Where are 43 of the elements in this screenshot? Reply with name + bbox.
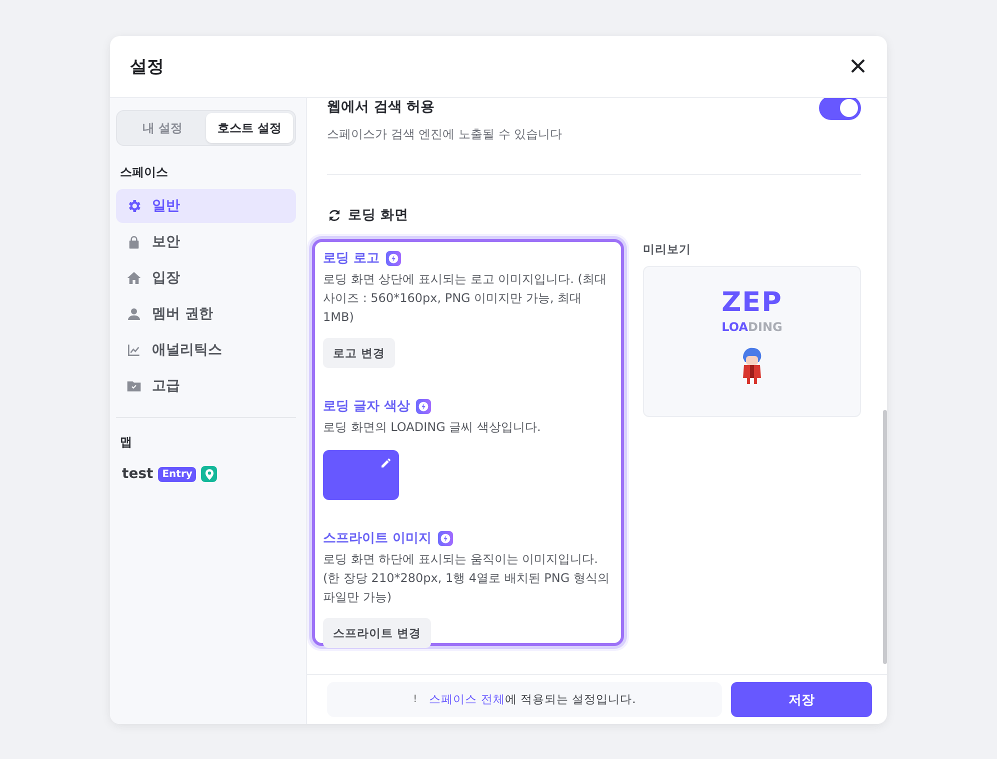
gear-icon (126, 198, 142, 214)
setting-title: 웹에서 검색 허용 (327, 98, 436, 116)
settings-tab[interactable]: 호스트 설정 (206, 113, 293, 143)
option-description: 로딩 화면 상단에 표시되는 로고 이미지입니다. (최대 사이즈 : 560*160px, PNG 이미지만 가능, 최대 1MB) (323, 271, 608, 326)
sidebar-item[interactable]: 일반 (116, 189, 296, 223)
house-icon (126, 270, 142, 286)
notice-text: 스페이스 전체 에 적용되는 설정입니다. (429, 692, 636, 707)
option-description: 로딩 화면의 LOADING 글씨 색상입니다. (323, 419, 542, 436)
sidebar-item[interactable]: 애널리틱스 (116, 333, 296, 367)
loading-text: LOADING (722, 320, 782, 334)
notice-icon: ! (413, 694, 418, 705)
option-title: 로딩 로고 (323, 250, 380, 267)
toggle-switch[interactable] (819, 98, 861, 120)
map-name[interactable]: test (122, 466, 154, 482)
option-title: 스프라이트 이미지 (323, 530, 432, 547)
setting-description: 스페이스가 검색 엔진에 노출될 수 있습니다 (327, 126, 562, 143)
pencil-icon (380, 457, 392, 469)
close-icon[interactable] (849, 58, 867, 76)
section-label: 스페이스 (120, 164, 169, 181)
person-icon (126, 306, 142, 322)
refresh-icon (327, 208, 342, 222)
section-title: 로딩 화면 (348, 206, 409, 224)
section-label: 맵 (120, 434, 133, 451)
window-title: 설정 (130, 56, 164, 78)
logo-text: ZEP (722, 289, 782, 316)
sidebar-item[interactable]: 입장 (116, 261, 296, 295)
chart-icon (126, 342, 142, 358)
change-button[interactable]: 스프라이트 변경 (323, 618, 432, 648)
sidebar-item[interactable]: 멤버 권한 (116, 297, 296, 331)
lightning-badge-icon (386, 250, 401, 266)
scrollbar-thumb[interactable] (883, 410, 887, 664)
option-title: 로딩 글자 색상 (323, 398, 410, 415)
lightning-badge-icon (416, 398, 432, 414)
pin-badge-icon (201, 466, 218, 482)
preview-label: 미리보기 (643, 242, 692, 257)
change-button[interactable]: 로고 변경 (323, 338, 396, 368)
option-description: 로딩 화면 하단에 표시되는 움직이는 이미지입니다. (한 장당 210*280px, 1행 4열로 배치된 PNG 형식의 파일만 가능) (323, 551, 611, 606)
sidebar-item[interactable]: 보안 (116, 225, 296, 259)
sidebar-item[interactable]: 고급 (116, 369, 296, 403)
color-swatch[interactable] (323, 450, 399, 500)
save-button[interactable]: 저장 (731, 682, 872, 717)
entry-badge: Entry (158, 466, 196, 482)
lightning-badge-icon (438, 530, 453, 546)
